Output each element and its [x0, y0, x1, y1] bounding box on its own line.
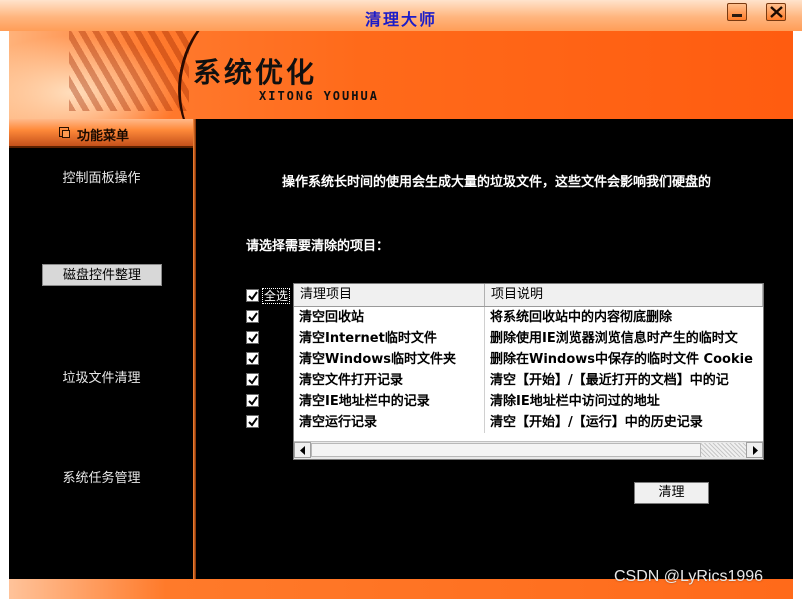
checkmark-icon	[248, 417, 258, 427]
row-item-desc: 清空【开始】/【运行】中的历史记录	[490, 415, 703, 430]
row-item-desc: 删除在Windows中保存的临时文件 Cookie	[490, 352, 753, 367]
horizontal-scrollbar[interactable]	[294, 441, 763, 459]
row-item-name: 清空Windows临时文件夹	[294, 349, 485, 370]
banner-grid-graphic	[69, 31, 189, 111]
checkmark-icon	[248, 396, 258, 406]
row-item-name: 清空运行记录	[294, 412, 485, 433]
checkmark-icon	[248, 375, 258, 385]
checkmark-icon	[248, 291, 258, 301]
select-prompt: 请选择需要清除的项目：	[246, 239, 390, 254]
scroll-track[interactable]	[701, 443, 746, 457]
intro-text: 操作系统长时间的使用会生成大量的垃圾文件，这些文件会影响我们硬盘的	[282, 175, 712, 190]
close-icon	[770, 6, 783, 18]
column-header-item[interactable]: 清理项目	[294, 284, 485, 306]
row-item-name: 清空Internet临时文件	[294, 328, 485, 349]
watermark-text: CSDN @LyRics1996	[614, 568, 764, 585]
row-checkbox-recent-docs[interactable]	[246, 373, 259, 386]
table-row[interactable]: 清空IE地址栏中的记录 清除IE地址栏中访问过的地址	[294, 391, 763, 412]
row-item-desc: 删除使用IE浏览器浏览信息时产生的临时文	[490, 331, 738, 346]
table-row[interactable]: 清空Windows临时文件夹 删除在Windows中保存的临时文件 Cookie	[294, 349, 763, 370]
frame-edge-right	[793, 31, 802, 599]
table-row[interactable]: 清空Internet临时文件 删除使用IE浏览器浏览信息时产生的临时文	[294, 328, 763, 349]
app-window: 清理大师 系统优化 XITONG YOUHUA 功能菜单 控制面板操作 磁盘控件…	[0, 0, 802, 599]
row-checkbox-recycle-bin[interactable]	[246, 310, 259, 323]
row-checkbox-ie-address[interactable]	[246, 394, 259, 407]
window-stack-icon	[59, 127, 70, 138]
clean-button[interactable]: 清理	[634, 482, 709, 504]
cleanup-items-list[interactable]: 清理项目 项目说明 清空回收站 将系统回收站中的内容彻底删除 清空Interne…	[293, 283, 764, 460]
minimize-button[interactable]	[727, 3, 747, 21]
row-item-desc: 清空【开始】/【最近打开的文档】中的记	[490, 373, 729, 388]
table-row[interactable]: 清空文件打开记录 清空【开始】/【最近打开的文档】中的记	[294, 370, 763, 391]
scroll-thumb[interactable]	[311, 443, 701, 457]
row-item-name: 清空回收站	[294, 307, 485, 328]
checkmark-icon	[248, 354, 258, 364]
sidebar-item-junk-files[interactable]: 垃圾文件清理	[9, 367, 194, 386]
banner-title: 系统优化	[193, 56, 318, 89]
row-checkbox-internet-temp[interactable]	[246, 331, 259, 344]
banner-subtitle: XITONG YOUHUA	[259, 89, 379, 103]
arrow-left-icon	[300, 446, 305, 455]
scroll-right-button[interactable]	[746, 442, 763, 458]
sidebar-item-control-panel[interactable]: 控制面板操作	[9, 167, 194, 186]
table-row[interactable]: 清空回收站 将系统回收站中的内容彻底删除	[294, 307, 763, 328]
column-header-description[interactable]: 项目说明	[485, 284, 763, 306]
row-item-name: 清空文件打开记录	[294, 370, 485, 391]
window-title: 清理大师	[364, 10, 437, 29]
arrow-right-icon	[753, 446, 758, 455]
list-header: 清理项目 项目说明	[294, 284, 763, 307]
menu-header: 功能菜单	[9, 119, 194, 148]
row-item-desc: 将系统回收站中的内容彻底删除	[490, 310, 673, 325]
table-row[interactable]: 清空运行记录 清空【开始】/【运行】中的历史记录	[294, 412, 763, 433]
row-item-name: 清空IE地址栏中的记录	[294, 391, 485, 412]
checkmark-icon	[248, 312, 258, 322]
checkmark-icon	[248, 333, 258, 343]
header-banner: 系统优化 XITONG YOUHUA	[9, 31, 793, 119]
title-bar[interactable]: 清理大师	[0, 0, 802, 32]
row-checkbox-windows-temp[interactable]	[246, 352, 259, 365]
sidebar-item-disk-cleanup[interactable]: 磁盘控件整理	[42, 264, 162, 286]
frame-edge-left	[0, 31, 9, 599]
close-button[interactable]	[766, 3, 786, 21]
menu-header-label: 功能菜单	[77, 129, 130, 144]
scroll-left-button[interactable]	[294, 442, 311, 458]
row-item-desc: 清除IE地址栏中访问过的地址	[490, 394, 660, 409]
select-all-checkbox[interactable]	[246, 289, 259, 302]
sidebar-item-task-manager[interactable]: 系统任务管理	[9, 467, 194, 486]
function-menu: 功能菜单 控制面板操作 磁盘控件整理 垃圾文件清理 系统任务管理	[9, 119, 194, 579]
minimize-icon	[732, 14, 742, 17]
row-checkbox-run-history[interactable]	[246, 415, 259, 428]
select-all-label[interactable]: 全选	[262, 288, 291, 304]
